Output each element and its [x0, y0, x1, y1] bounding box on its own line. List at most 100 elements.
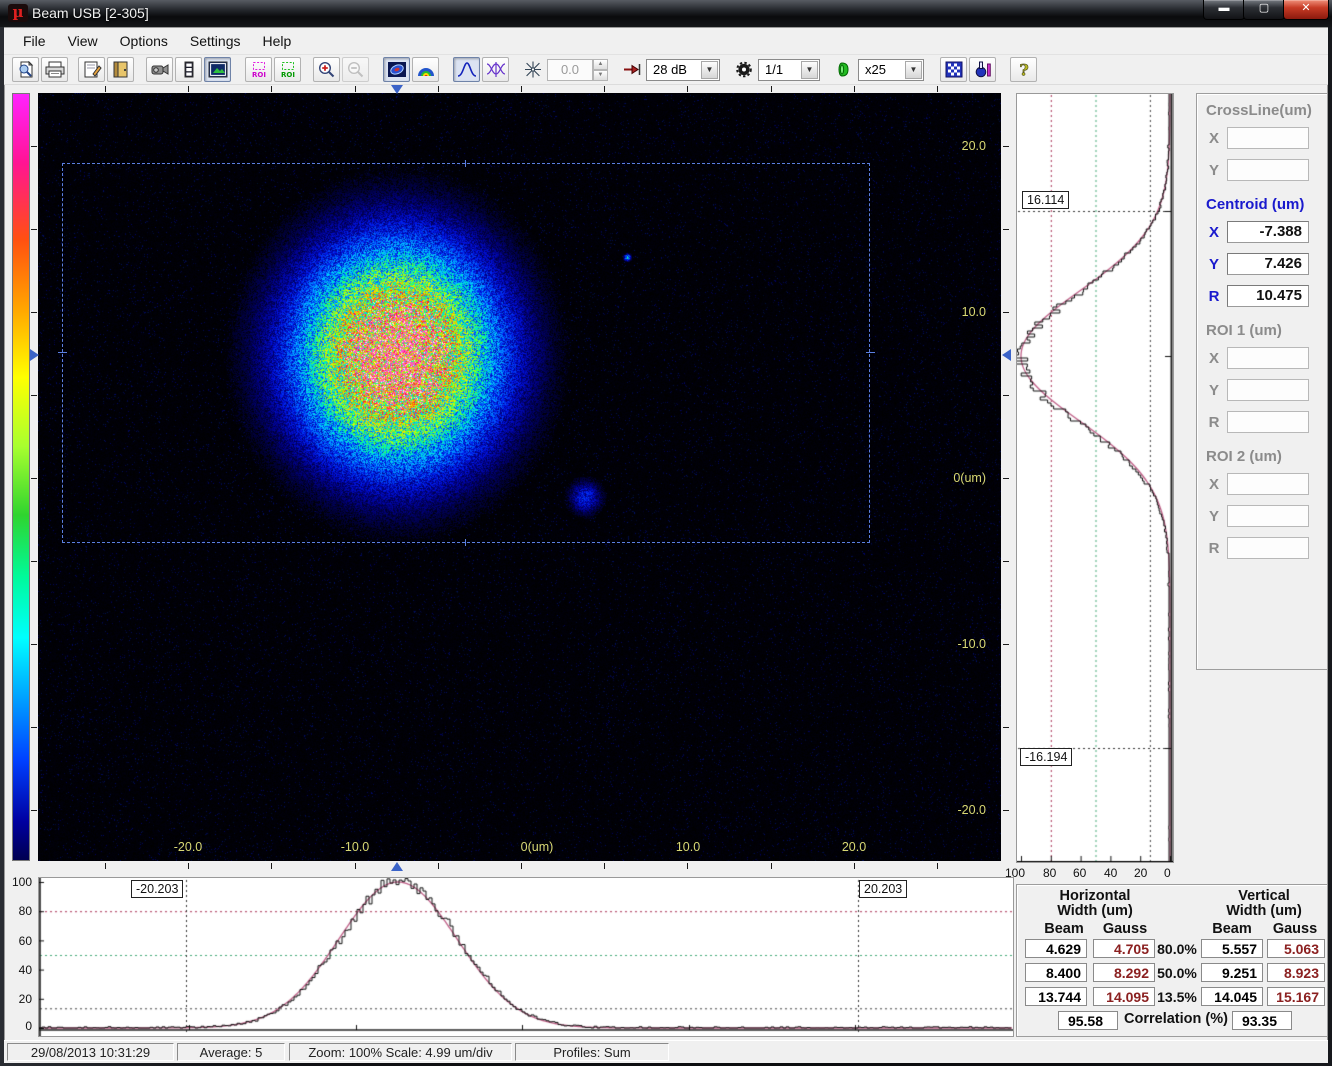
preview-button[interactable]: [12, 57, 39, 82]
roi-handle-right[interactable]: [866, 352, 875, 353]
menu-help[interactable]: Help: [252, 30, 303, 52]
axis-tick: [438, 86, 439, 92]
h-beam-13: 13.744: [1025, 987, 1087, 1006]
axis-tick: [1003, 644, 1009, 645]
maximize-button[interactable]: ▢: [1243, 0, 1285, 20]
axis-tick: [604, 863, 605, 869]
roi2-button[interactable]: ROI: [274, 57, 301, 82]
gauss-fit-button[interactable]: [453, 57, 480, 82]
v-gauss-13: 15.167: [1267, 987, 1325, 1006]
capture-video-button[interactable]: [146, 57, 173, 82]
vprofile-axis-label: 20: [1134, 866, 1147, 880]
menu-options[interactable]: Options: [109, 30, 179, 52]
roi2-x-field: [1227, 473, 1309, 495]
trigger-arrow-icon: [622, 61, 642, 78]
axis-tick: [937, 86, 938, 92]
h-beam-header: Beam: [1044, 921, 1084, 937]
zoom-out-button[interactable]: [342, 57, 369, 82]
film-strip-button[interactable]: [175, 57, 202, 82]
roi1-button[interactable]: ROI: [245, 57, 272, 82]
minimize-icon: ▬: [1219, 2, 1230, 14]
svg-text:?: ?: [1019, 61, 1028, 78]
exposure-input[interactable]: 0.0: [547, 59, 593, 81]
status-profiles: Profiles: Sum: [515, 1043, 669, 1061]
roi-handle-top[interactable]: [465, 160, 466, 167]
image-display-button[interactable]: [204, 57, 231, 82]
decimation-select[interactable]: 1/1 ▼: [758, 59, 820, 81]
title-bar[interactable]: µ Beam USB [2-305] ▬ ▢ ✕: [0, 0, 1332, 27]
properties-button[interactable]: [78, 57, 105, 82]
centroid-r-label: R: [1205, 288, 1223, 305]
x-axis-label: -20.0: [174, 840, 203, 854]
close-icon: ✕: [1301, 2, 1310, 14]
surface-3d-button[interactable]: [412, 57, 439, 82]
hprofile-axis-label: 0: [8, 1019, 32, 1033]
centroid-x-marker-top[interactable]: [391, 85, 403, 94]
h-beam-80: 4.629: [1025, 939, 1087, 958]
svg-text:ROI: ROI: [281, 71, 295, 78]
roi1-x-label: X: [1205, 350, 1223, 367]
vertical-width-marker-lower: -16.194: [1020, 748, 1072, 766]
x-axis-label: 20.0: [842, 840, 866, 854]
test-tools-button[interactable]: [969, 57, 996, 82]
roi1-title: ROI 1 (um): [1206, 322, 1282, 339]
decimation-value: 1/1: [765, 62, 783, 77]
clip-level-50: 50.0%: [1157, 965, 1197, 981]
axis-tick: [271, 86, 272, 92]
centroid-y-marker-right[interactable]: [1002, 349, 1011, 361]
axis-tick: [31, 478, 37, 479]
exit-button[interactable]: [107, 57, 134, 82]
minimize-button[interactable]: ▬: [1203, 0, 1245, 20]
magnification-dropdown-icon[interactable]: ▼: [905, 61, 922, 79]
centroid-r-value: 10.475: [1227, 285, 1309, 307]
horizontal-profile-plot[interactable]: [38, 877, 1014, 1037]
menu-settings[interactable]: Settings: [179, 30, 252, 52]
magnification-select[interactable]: x25▼: [858, 59, 924, 81]
ellipse-overlay-button[interactable]: [383, 57, 410, 82]
profile-cross-button[interactable]: [482, 57, 509, 82]
palette-button[interactable]: [940, 57, 967, 82]
x-axis-label: 0(um): [521, 840, 554, 854]
horizontal-width-subtitle: Width (um): [1057, 903, 1133, 919]
status-bar: 29/08/2013 10:31:29 Average: 5 Zoom: 100…: [4, 1040, 1328, 1063]
close-button[interactable]: ✕: [1283, 0, 1329, 20]
axis-tick: [521, 863, 522, 869]
menu-bar: File View Options Settings Help: [4, 28, 1328, 55]
axis-tick: [1003, 810, 1009, 811]
menu-view[interactable]: View: [57, 30, 109, 52]
x-axis-label: 10.0: [676, 840, 700, 854]
axis-tick: [687, 86, 688, 92]
print-button[interactable]: [41, 57, 68, 82]
gain-dropdown-icon[interactable]: ▼: [701, 61, 718, 79]
help-button[interactable]: ?: [1010, 57, 1037, 82]
axis-tick: [1003, 146, 1009, 147]
spinner-down-icon[interactable]: ▼: [593, 70, 608, 81]
menu-file[interactable]: File: [12, 30, 57, 52]
roi2-x-label: X: [1205, 476, 1223, 493]
centroid-x-marker-bottom[interactable]: [391, 862, 403, 871]
vertical-width-title: Vertical: [1238, 888, 1290, 904]
roi-handle-bottom[interactable]: [465, 539, 466, 546]
exposure-spinner[interactable]: ▲▼: [593, 59, 608, 81]
zoom-in-button[interactable]: [313, 57, 340, 82]
horizontal-width-marker-left: -20.203: [131, 880, 183, 898]
properties-icon: [82, 61, 102, 78]
svg-text:ROI: ROI: [252, 71, 266, 78]
roi-rectangle[interactable]: [62, 163, 870, 543]
axis-tick: [937, 863, 938, 869]
zoom-in-icon: [317, 61, 337, 78]
roi1-x-field: [1227, 347, 1309, 369]
centroid-x-value: -7.388: [1227, 221, 1309, 243]
clip-level-13: 13.5%: [1157, 989, 1197, 1005]
width-stats-panel: Horizontal Width (um) Vertical Width (um…: [1016, 884, 1328, 1037]
decimation-dropdown-icon[interactable]: ▼: [801, 61, 818, 79]
axis-tick: [687, 863, 688, 869]
vprofile-axis-label: 80: [1043, 866, 1056, 880]
window-frame: µ Beam USB [2-305] ▬ ▢ ✕ File View Optio…: [0, 0, 1332, 1066]
spinner-up-icon[interactable]: ▲: [593, 59, 608, 70]
gain-select[interactable]: 28 dB▼: [646, 59, 720, 81]
laser-star-icon: [523, 61, 543, 78]
centroid-y-marker-left[interactable]: [30, 349, 39, 361]
flask-icon: [973, 61, 993, 78]
roi-handle-left[interactable]: [58, 352, 67, 353]
